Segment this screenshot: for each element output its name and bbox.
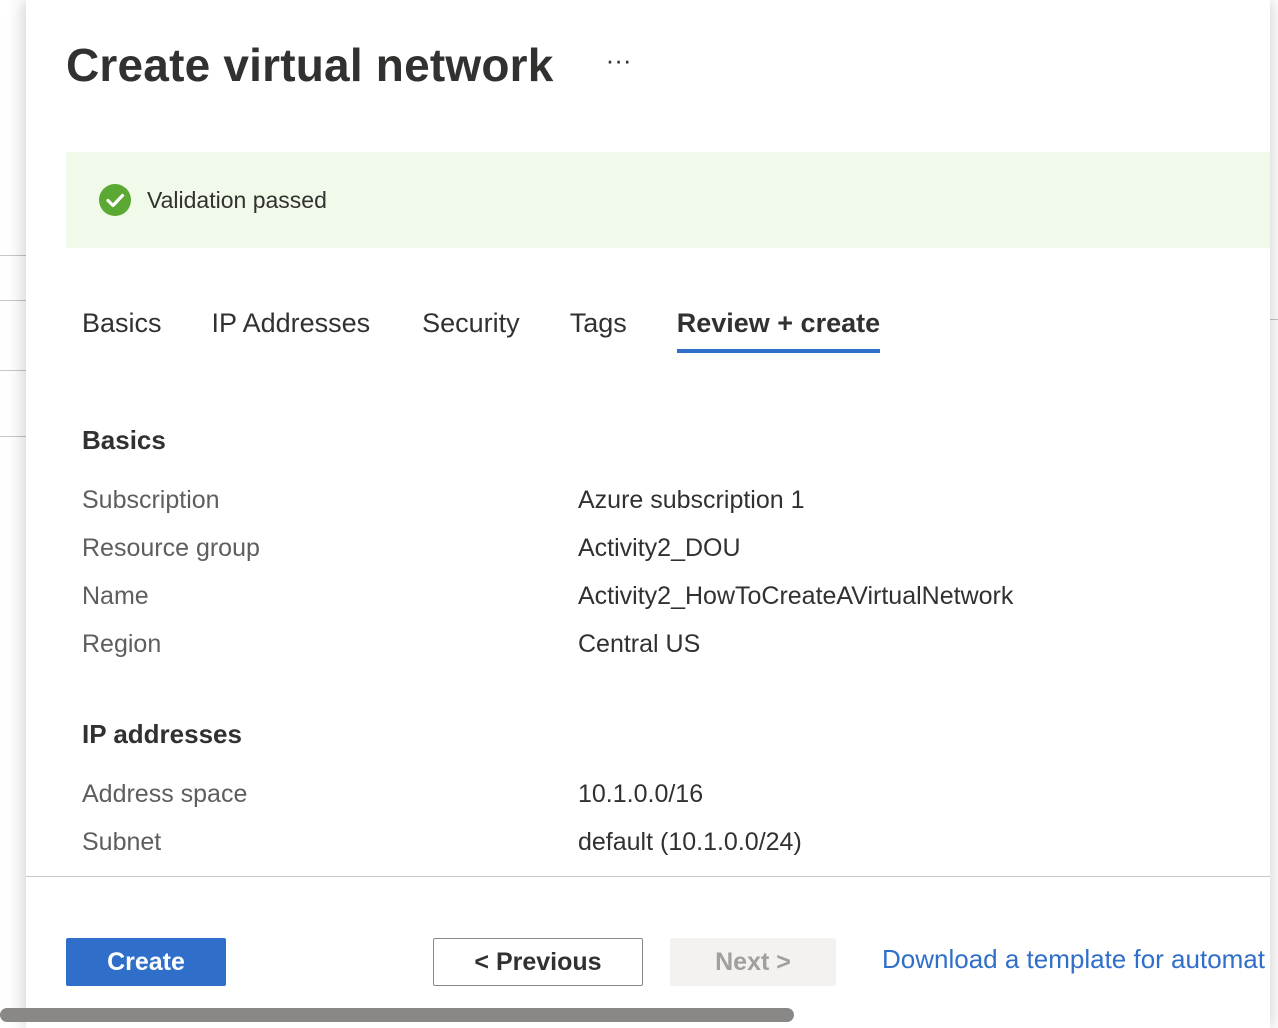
summary-value: Azure subscription 1 — [578, 485, 805, 514]
tab-security[interactable]: Security — [422, 308, 520, 353]
summary-row: Subnet default (10.1.0.0/24) — [82, 818, 1242, 866]
title-row: Create virtual network ··· — [66, 38, 632, 93]
summary-value: Central US — [578, 629, 701, 658]
section-heading-basics: Basics — [82, 425, 166, 455]
download-template-link[interactable]: Download a template for automat — [882, 944, 1265, 975]
summary-value: Activity2_DOU — [578, 533, 741, 562]
summary-label: Address space — [82, 779, 248, 808]
next-button[interactable]: Next > — [670, 938, 836, 986]
summary-row: Resource group Activity2_DOU — [82, 524, 1242, 572]
create-virtual-network-blade: Create virtual network ··· Validation pa… — [26, 0, 1270, 1028]
summary-value: Activity2_HowToCreateAVirtualNetwork — [578, 581, 1014, 610]
check-circle-icon — [99, 184, 131, 216]
tab-review-create[interactable]: Review + create — [676, 308, 881, 353]
review-content: Basics Subscription Azure subscription 1… — [82, 420, 1242, 866]
background-divider — [0, 436, 26, 437]
summary-label: Subnet — [82, 827, 162, 856]
tab-ip-addresses[interactable]: IP Addresses — [212, 308, 371, 353]
background-divider — [1270, 319, 1278, 320]
tab-basics[interactable]: Basics — [82, 308, 162, 353]
create-button[interactable]: Create — [66, 938, 226, 986]
horizontal-scrollbar-thumb[interactable] — [0, 1008, 794, 1022]
summary-label: Resource group — [82, 533, 260, 562]
previous-button[interactable]: < Previous — [433, 938, 643, 986]
summary-value: default (10.1.0.0/24) — [578, 827, 802, 856]
summary-label: Name — [82, 581, 149, 610]
summary-label: Subscription — [82, 485, 220, 514]
section-heading-ip-addresses: IP addresses — [82, 719, 242, 749]
summary-row: Region Central US — [82, 620, 1242, 668]
summary-row: Name Activity2_HowToCreateAVirtualNetwor… — [82, 572, 1242, 620]
background-divider — [0, 300, 26, 301]
background-divider — [0, 255, 26, 256]
summary-value: 10.1.0.0/16 — [578, 779, 704, 808]
page-title: Create virtual network — [66, 39, 554, 91]
summary-label: Region — [82, 629, 162, 658]
wizard-tabs: Basics IP Addresses Security Tags Review… — [82, 308, 881, 353]
tab-tags[interactable]: Tags — [570, 308, 627, 353]
validation-message: Validation passed — [147, 186, 327, 213]
more-options-button[interactable]: ··· — [606, 47, 632, 73]
footer-divider — [26, 876, 1270, 877]
validation-banner: Validation passed — [66, 152, 1270, 248]
background-divider — [0, 370, 26, 371]
summary-row: Subscription Azure subscription 1 — [82, 476, 1242, 524]
summary-row: Address space 10.1.0.0/16 — [82, 770, 1242, 818]
